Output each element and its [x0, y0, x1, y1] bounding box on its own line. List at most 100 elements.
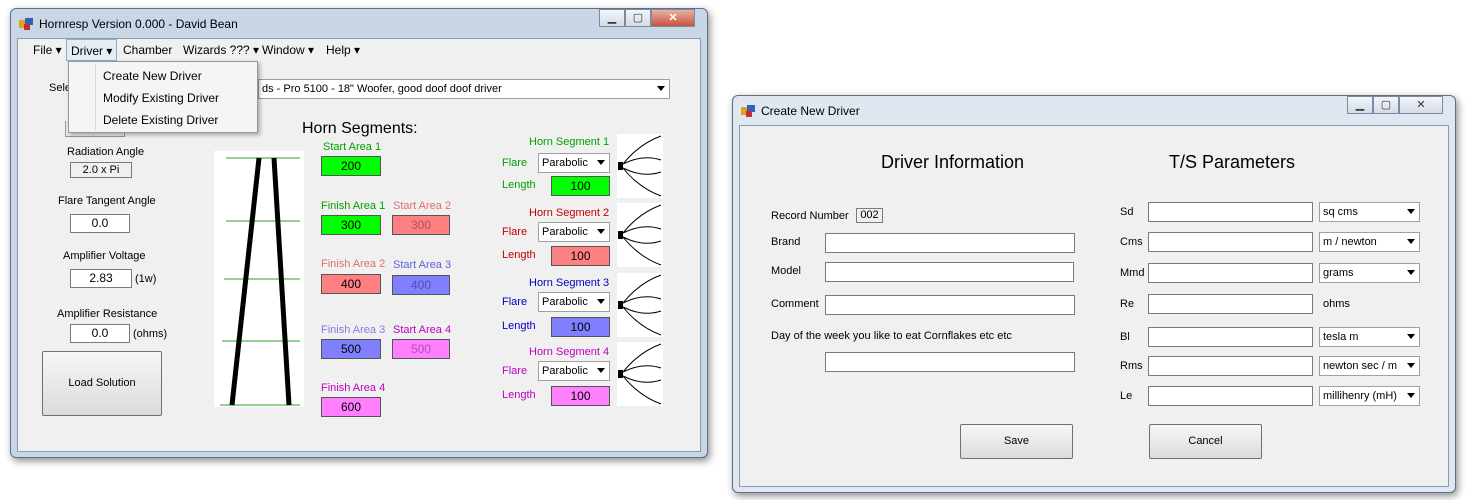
- segment-1-horn-icon: [617, 134, 663, 198]
- param-re-input[interactable]: [1148, 294, 1313, 314]
- close-icon[interactable]: ✕: [651, 9, 695, 27]
- comment-label: Comment: [771, 298, 819, 310]
- chevron-down-icon: [597, 368, 605, 373]
- load-solution-button[interactable]: Load Solution: [42, 351, 162, 416]
- maximize-icon[interactable]: ▢: [625, 9, 651, 27]
- start-area-2-label: Start Area 2: [393, 200, 452, 212]
- segment-1-flare-select[interactable]: Parabolic: [538, 153, 610, 173]
- menu-help[interactable]: Help ▾: [326, 43, 360, 57]
- amp-resistance-label: Amplifier Resistance: [57, 308, 158, 320]
- segment-1-length-label: Length: [502, 179, 536, 191]
- chevron-down-icon: [657, 86, 665, 91]
- param-rms-input[interactable]: [1148, 356, 1313, 376]
- segment-2-flare-select[interactable]: Parabolic: [538, 222, 610, 242]
- param-bl-input[interactable]: [1148, 327, 1313, 347]
- segment-2-horn-icon: [617, 203, 663, 267]
- menu-create-new-driver[interactable]: Create New Driver: [103, 69, 202, 83]
- segment-2-flare-label: Flare: [502, 226, 528, 238]
- day-of-week-input[interactable]: [825, 352, 1075, 372]
- param-le-input[interactable]: [1148, 386, 1313, 406]
- main-window-title: Hornresp Version 0.000 - David Bean: [39, 17, 238, 31]
- start-area-3-label: Start Area 3: [393, 259, 452, 271]
- segment-3-length-label: Length: [502, 320, 536, 332]
- segment-3-horn-icon: [617, 273, 663, 337]
- start-area-3-input[interactable]: 400: [392, 275, 450, 295]
- chevron-down-icon: [1407, 334, 1415, 339]
- segment-2-length-label: Length: [502, 249, 536, 261]
- segment-3-length-input[interactable]: 100: [551, 317, 610, 337]
- driver-window-title: Create New Driver: [761, 104, 860, 118]
- menu-driver[interactable]: Driver ▾: [66, 39, 118, 61]
- start-area-4-input[interactable]: 500: [392, 339, 450, 359]
- app-icon: [19, 18, 33, 30]
- driver-titlebar[interactable]: Create New Driver ▁ ▢ ✕: [733, 96, 1455, 124]
- window-controls: ▁ ▢ ✕: [1347, 96, 1443, 116]
- chevron-down-icon: [597, 160, 605, 165]
- save-button[interactable]: Save: [960, 424, 1073, 459]
- maximize-icon[interactable]: ▢: [1373, 96, 1399, 114]
- chevron-down-icon: [597, 229, 605, 234]
- param-cms-input[interactable]: [1148, 232, 1313, 252]
- segment-4-horn-icon: [617, 342, 663, 406]
- menu-modify-existing-driver[interactable]: Modify Existing Driver: [103, 91, 219, 105]
- param-sd-unit-select[interactable]: sq cms: [1319, 202, 1420, 222]
- minimize-icon[interactable]: ▁: [599, 9, 625, 27]
- brand-input[interactable]: [825, 233, 1075, 253]
- segment-1-length-input[interactable]: 100: [551, 176, 610, 196]
- menu-bar: File ▾ Driver ▾ Chamber Wizards ??? ▾ Wi…: [18, 39, 700, 61]
- amp-voltage-unit: (1w): [135, 273, 157, 285]
- menu-wizards[interactable]: Wizards ??? ▾: [183, 43, 259, 57]
- menu-window[interactable]: Window ▾: [262, 43, 314, 57]
- segment-3-flare-label: Flare: [502, 296, 528, 308]
- chevron-down-icon: [1407, 209, 1415, 214]
- menu-chamber[interactable]: Chamber: [123, 43, 172, 57]
- param-rms-unit-select[interactable]: newton sec / m: [1319, 356, 1420, 376]
- segment-4-title: Horn Segment 4: [529, 346, 610, 358]
- param-sd-label: Sd: [1120, 206, 1134, 218]
- close-icon[interactable]: ✕: [1399, 96, 1443, 114]
- amp-resistance-input[interactable]: 0.0: [70, 324, 130, 343]
- driver-window: Create New Driver ▁ ▢ ✕ Driver Informati…: [732, 95, 1456, 493]
- minimize-icon[interactable]: ▁: [1347, 96, 1373, 114]
- segment-4-length-input[interactable]: 100: [551, 386, 610, 406]
- param-bl-label: Bl: [1120, 331, 1130, 343]
- param-sd-input[interactable]: [1148, 202, 1313, 222]
- segment-2-length-input[interactable]: 100: [551, 246, 610, 266]
- amp-resistance-unit: (ohms): [133, 328, 168, 340]
- param-mmd-input[interactable]: [1148, 263, 1313, 283]
- param-le-label: Le: [1120, 390, 1133, 402]
- driver-client-area: Driver Information T/S Parameters Record…: [739, 125, 1449, 487]
- finish-area-4-label: Finish Area 4: [321, 382, 386, 394]
- cancel-button[interactable]: Cancel: [1149, 424, 1262, 459]
- menu-separator: [95, 64, 96, 130]
- segment-3-flare-select[interactable]: Parabolic: [538, 292, 610, 312]
- amp-voltage-input[interactable]: 2.83: [70, 269, 132, 288]
- radiation-angle-value[interactable]: 2.0 x Pi: [70, 162, 132, 178]
- finish-area-2-input[interactable]: 400: [321, 274, 381, 294]
- driver-select[interactable]: ds - Pro 5100 - 18" Woofer, good doof do…: [258, 79, 670, 99]
- segment-4-flare-select[interactable]: Parabolic: [538, 361, 610, 381]
- finish-area-1-input[interactable]: 300: [321, 215, 381, 235]
- param-cms-unit-select[interactable]: m / newton: [1319, 232, 1420, 252]
- driver-information-title: Driver Information: [881, 152, 1025, 172]
- param-rms-label: Rms: [1120, 360, 1143, 372]
- brand-label: Brand: [771, 236, 801, 248]
- model-label: Model: [771, 265, 801, 277]
- day-of-week-label: Day of the week you like to eat Cornflak…: [771, 330, 1012, 342]
- model-input[interactable]: [825, 262, 1074, 282]
- param-mmd-unit-select[interactable]: grams: [1319, 263, 1420, 283]
- window-controls: ▁ ▢ ✕: [599, 9, 695, 29]
- finish-area-4-input[interactable]: 600: [321, 397, 381, 417]
- start-area-1-input[interactable]: 200: [321, 156, 381, 176]
- main-window: Hornresp Version 0.000 - David Bean ▁ ▢ …: [10, 8, 708, 458]
- param-bl-unit-select[interactable]: tesla m: [1319, 327, 1420, 347]
- menu-file[interactable]: File ▾: [33, 43, 62, 57]
- main-titlebar[interactable]: Hornresp Version 0.000 - David Bean ▁ ▢ …: [11, 9, 707, 37]
- horn-diagram: [214, 151, 304, 407]
- start-area-2-input[interactable]: 300: [392, 215, 450, 235]
- flare-tangent-input[interactable]: 0.0: [70, 214, 130, 233]
- comment-input[interactable]: [825, 295, 1075, 315]
- finish-area-3-input[interactable]: 500: [321, 339, 381, 359]
- menu-delete-existing-driver[interactable]: Delete Existing Driver: [103, 113, 218, 127]
- param-le-unit-select[interactable]: millihenry (mH): [1319, 386, 1420, 406]
